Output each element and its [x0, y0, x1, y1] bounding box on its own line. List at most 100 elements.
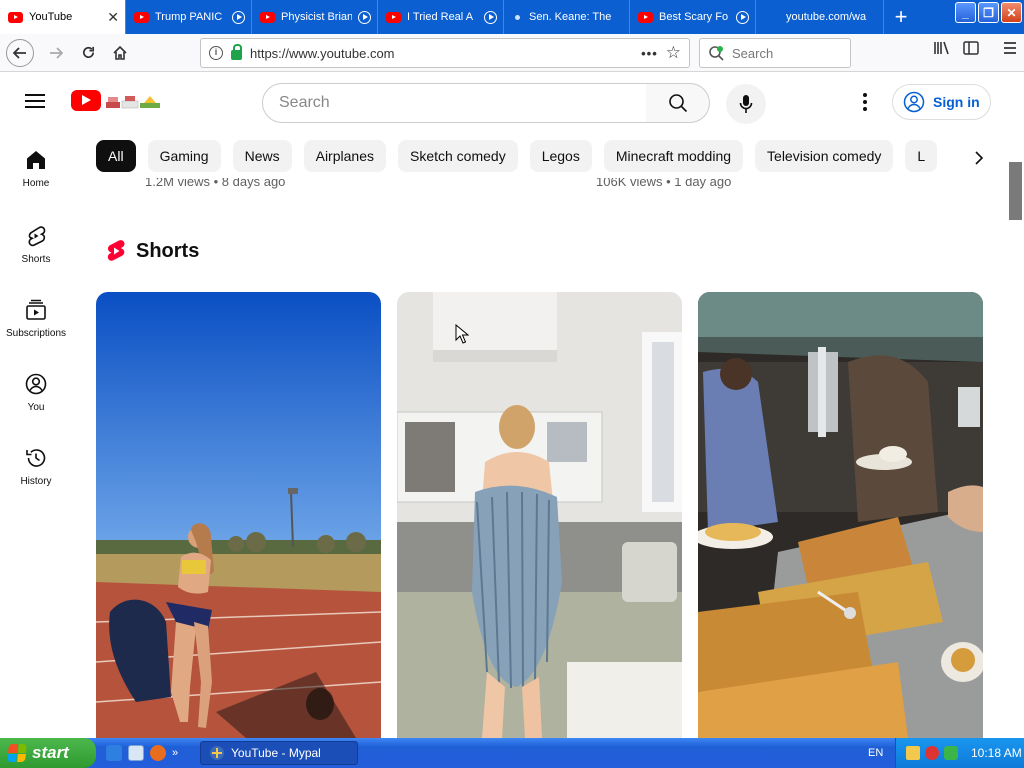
tab-title: Physicist Brian — [281, 11, 352, 23]
chip-gaming[interactable]: Gaming — [147, 140, 221, 172]
chip-partial[interactable]: L — [905, 140, 938, 172]
chip-sketch-comedy[interactable]: Sketch comedy — [397, 140, 518, 172]
tab-title: Trump PANIC — [155, 11, 223, 23]
bookmark-star-icon[interactable]: ☆ — [666, 43, 681, 63]
chip-all[interactable]: All — [96, 140, 136, 172]
start-button[interactable]: start — [0, 738, 96, 768]
back-button[interactable] — [6, 38, 34, 67]
firefox-quicklaunch-icon[interactable] — [150, 745, 166, 761]
browser-tab[interactable]: I Tried Real A — [378, 0, 504, 34]
chip-news[interactable]: News — [232, 140, 292, 172]
dot-icon — [515, 14, 520, 20]
video-meta: 106K views • 1 day ago — [596, 178, 732, 189]
shorts-section-header: Shorts — [106, 239, 199, 263]
account-icon — [903, 91, 925, 113]
library-icon[interactable] — [932, 39, 950, 62]
url-bar[interactable]: i https://www.youtube.com ••• ☆ — [200, 38, 690, 68]
youtube-icon — [8, 11, 23, 23]
browser-tab[interactable]: Best Scary Fo — [630, 0, 756, 34]
arrow-right-icon — [50, 46, 63, 59]
sidebar-item-label: You — [27, 402, 45, 413]
browser-search-bar[interactable]: Search — [699, 38, 851, 68]
sidebar-item-subscriptions[interactable]: Subscriptions — [0, 282, 72, 352]
lock-icon — [231, 44, 242, 60]
sidebar-item-label: History — [20, 476, 52, 487]
chip-airplanes[interactable]: Airplanes — [303, 140, 386, 172]
url-text[interactable]: https://www.youtube.com — [250, 46, 633, 61]
hamburger-menu-icon[interactable] — [25, 94, 45, 108]
play-icon[interactable] — [358, 10, 371, 24]
close-window-button[interactable]: ✕ — [1001, 2, 1022, 23]
page-scrollbar[interactable] — [1007, 132, 1024, 738]
scrollbar-thumb[interactable] — [1009, 162, 1022, 220]
reload-icon — [82, 46, 94, 58]
youtube-icon — [260, 11, 275, 23]
youtube-logo-icon[interactable] — [71, 90, 101, 111]
minimize-button[interactable]: _ — [955, 2, 976, 23]
browser-tab[interactable]: Trump PANIC — [126, 0, 252, 34]
chip-minecraft-modding[interactable]: Minecraft modding — [603, 140, 744, 172]
chip-next-button[interactable] — [966, 142, 992, 174]
play-icon[interactable] — [232, 10, 245, 24]
home-button[interactable] — [106, 39, 134, 67]
browser-quicklaunch-icon[interactable] — [106, 745, 122, 761]
desktop-quicklaunch-icon[interactable] — [128, 745, 144, 761]
clock[interactable]: 10:18 AM — [971, 746, 1022, 760]
reload-button[interactable] — [74, 39, 102, 67]
network-icon[interactable] — [906, 746, 920, 760]
youtube-search-button[interactable] — [646, 83, 710, 123]
browser-tab[interactable]: Physicist Brian — [252, 0, 378, 34]
tab-title: Best Scary Fo — [659, 11, 729, 23]
language-indicator[interactable]: EN — [868, 747, 883, 759]
quick-launch: » — [106, 745, 178, 761]
subscriptions-icon — [26, 299, 46, 320]
search-icon — [668, 94, 687, 113]
browser-tab-youtube[interactable]: YouTube ✕ — [0, 0, 126, 34]
mypal-icon — [210, 746, 224, 760]
shorts-icon — [28, 226, 46, 247]
shorts-logo-icon — [107, 240, 125, 261]
youtube-search-input[interactable]: Search — [262, 83, 647, 123]
sign-in-button[interactable]: Sign in — [892, 84, 991, 120]
sidebar-item-shorts[interactable]: Shorts — [0, 208, 72, 278]
browser-tab[interactable]: youtube.com/wa — [756, 0, 884, 34]
tab-title: I Tried Real A — [407, 11, 474, 23]
more-options-icon[interactable] — [855, 90, 875, 114]
chip-television-comedy[interactable]: Television comedy — [755, 140, 894, 172]
sidebar-toggle-icon[interactable] — [962, 39, 980, 62]
short-thumbnail-image — [397, 292, 682, 738]
info-icon[interactable]: i — [209, 46, 223, 60]
page-actions-icon[interactable]: ••• — [641, 46, 658, 61]
browser-tab[interactable]: Sen. Keane: The — [504, 0, 630, 34]
windows-taskbar: start » YouTube - Mypal EN 10:18 AM — [0, 738, 1024, 768]
voice-search-button[interactable] — [726, 84, 766, 124]
arrow-left-icon — [13, 46, 26, 59]
taskbar-item-youtube[interactable]: YouTube - Mypal — [200, 741, 358, 765]
sidebar-item-history[interactable]: History — [0, 430, 72, 500]
short-thumbnail[interactable] — [96, 292, 381, 738]
chip-legos[interactable]: Legos — [529, 140, 592, 172]
youtube-icon — [386, 11, 401, 23]
restore-button[interactable]: ❐ — [978, 2, 999, 23]
search-engine-icon — [709, 46, 724, 61]
doodle-logo-icon[interactable] — [104, 92, 162, 110]
youtube-icon — [134, 11, 149, 23]
play-icon[interactable] — [736, 10, 749, 24]
quicklaunch-overflow-icon[interactable]: » — [172, 747, 178, 759]
close-icon[interactable]: ✕ — [107, 9, 119, 26]
video-meta: 1.2M views • 8 days ago — [145, 178, 286, 189]
menu-icon[interactable] — [1002, 39, 1018, 62]
forward-button[interactable] — [42, 39, 70, 67]
update-icon[interactable] — [944, 746, 958, 760]
short-thumbnail[interactable] — [698, 292, 983, 738]
play-icon[interactable] — [484, 10, 497, 24]
tab-title: youtube.com/wa — [786, 11, 867, 23]
sidebar-item-you[interactable]: You — [0, 356, 72, 426]
mouse-cursor-icon — [455, 324, 469, 344]
sign-in-label: Sign in — [933, 94, 980, 110]
tab-title: YouTube — [29, 11, 73, 23]
short-thumbnail[interactable] — [397, 292, 682, 738]
new-tab-button[interactable]: + — [884, 0, 918, 34]
security-icon[interactable] — [925, 746, 939, 760]
sidebar-item-home[interactable]: Home — [0, 132, 72, 202]
